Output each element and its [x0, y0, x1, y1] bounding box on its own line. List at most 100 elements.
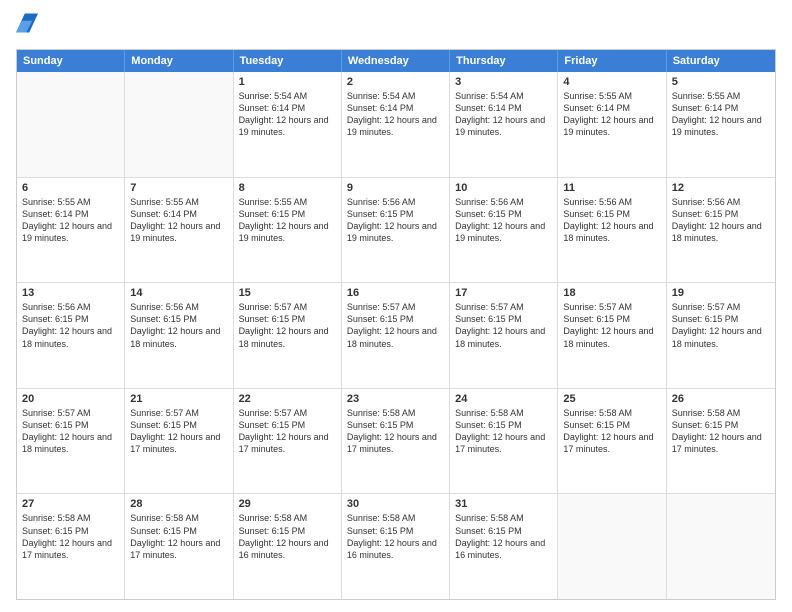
cell-info: Sunrise: 5:56 AM Sunset: 6:15 PM Dayligh…: [455, 196, 552, 245]
calendar-cell: 5 Sunrise: 5:55 AM Sunset: 6:14 PM Daylig…: [667, 72, 775, 177]
page: SundayMondayTuesdayWednesdayThursdayFrid…: [0, 0, 792, 612]
calendar-cell: 3 Sunrise: 5:54 AM Sunset: 6:14 PM Daylig…: [450, 72, 558, 177]
calendar-cell: 31 Sunrise: 5:58 AM Sunset: 6:15 PM Dayli…: [450, 494, 558, 599]
cell-info: Sunrise: 5:57 AM Sunset: 6:15 PM Dayligh…: [22, 407, 119, 456]
day-number: 9: [347, 182, 444, 194]
day-number: 12: [672, 182, 770, 194]
calendar-cell: 18 Sunrise: 5:57 AM Sunset: 6:15 PM Dayli…: [558, 283, 666, 388]
day-number: 17: [455, 287, 552, 299]
cell-info: Sunrise: 5:55 AM Sunset: 6:14 PM Dayligh…: [130, 196, 227, 245]
calendar-row: 1Sunrise: 5:54 AM Sunset: 6:14 PM Daylig…: [17, 72, 775, 178]
cell-info: Sunrise: 5:58 AM Sunset: 6:15 PM Dayligh…: [347, 407, 444, 456]
calendar-row: 27 Sunrise: 5:58 AM Sunset: 6:15 PM Dayli…: [17, 494, 775, 599]
calendar-cell: 1Sunrise: 5:54 AM Sunset: 6:14 PM Daylig…: [234, 72, 342, 177]
weekday-header: Thursday: [450, 50, 558, 72]
logo-icon: [16, 12, 38, 34]
day-number: 5: [672, 76, 770, 88]
day-number: 7: [130, 182, 227, 194]
day-number: 11: [563, 182, 660, 194]
calendar-cell: 2 Sunrise: 5:54 AM Sunset: 6:14 PM Daylig…: [342, 72, 450, 177]
header: [16, 12, 776, 41]
day-number: 16: [347, 287, 444, 299]
calendar: SundayMondayTuesdayWednesdayThursdayFrid…: [16, 49, 776, 600]
weekday-header: Tuesday: [234, 50, 342, 72]
cell-info: Sunrise: 5:56 AM Sunset: 6:15 PM Dayligh…: [672, 196, 770, 245]
weekday-header: Wednesday: [342, 50, 450, 72]
cell-info: Sunrise: 5:57 AM Sunset: 6:15 PM Dayligh…: [563, 301, 660, 350]
cell-info: Sunrise: 5:58 AM Sunset: 6:15 PM Dayligh…: [347, 512, 444, 561]
day-number: 28: [130, 498, 227, 510]
weekday-header: Monday: [125, 50, 233, 72]
day-number: 15: [239, 287, 336, 299]
cell-info: Sunrise: 5:58 AM Sunset: 6:15 PM Dayligh…: [239, 512, 336, 561]
day-number: 2: [347, 76, 444, 88]
calendar-row: 6 Sunrise: 5:55 AM Sunset: 6:14 PM Daylig…: [17, 178, 775, 284]
calendar-cell: 13 Sunrise: 5:56 AM Sunset: 6:15 PM Dayli…: [17, 283, 125, 388]
day-number: 14: [130, 287, 227, 299]
day-number: 13: [22, 287, 119, 299]
calendar-row: 13 Sunrise: 5:56 AM Sunset: 6:15 PM Dayli…: [17, 283, 775, 389]
cell-info: Sunrise: 5:56 AM Sunset: 6:15 PM Dayligh…: [563, 196, 660, 245]
cell-info: Sunrise: 5:54 AM Sunset: 6:14 PM Dayligh…: [347, 90, 444, 139]
cell-info: Sunrise: 5:57 AM Sunset: 6:15 PM Dayligh…: [239, 301, 336, 350]
calendar-cell: 28 Sunrise: 5:58 AM Sunset: 6:15 PM Dayli…: [125, 494, 233, 599]
day-number: 18: [563, 287, 660, 299]
cell-info: Sunrise: 5:56 AM Sunset: 6:15 PM Dayligh…: [347, 196, 444, 245]
calendar-cell: 12 Sunrise: 5:56 AM Sunset: 6:15 PM Dayli…: [667, 178, 775, 283]
weekday-header: Sunday: [17, 50, 125, 72]
cell-info: Sunrise: 5:54 AM Sunset: 6:14 PM Dayligh…: [455, 90, 552, 139]
cell-info: Sunrise: 5:57 AM Sunset: 6:15 PM Dayligh…: [455, 301, 552, 350]
calendar-cell: [17, 72, 125, 177]
day-number: 26: [672, 393, 770, 405]
calendar-cell: 22 Sunrise: 5:57 AM Sunset: 6:15 PM Dayli…: [234, 389, 342, 494]
day-number: 8: [239, 182, 336, 194]
day-number: 24: [455, 393, 552, 405]
day-number: 25: [563, 393, 660, 405]
calendar-cell: 17 Sunrise: 5:57 AM Sunset: 6:15 PM Dayli…: [450, 283, 558, 388]
calendar-cell: 20Sunrise: 5:57 AM Sunset: 6:15 PM Dayli…: [17, 389, 125, 494]
day-number: 30: [347, 498, 444, 510]
cell-info: Sunrise: 5:55 AM Sunset: 6:14 PM Dayligh…: [563, 90, 660, 139]
cell-info: Sunrise: 5:58 AM Sunset: 6:15 PM Dayligh…: [455, 512, 552, 561]
calendar-cell: 10Sunrise: 5:56 AM Sunset: 6:15 PM Dayli…: [450, 178, 558, 283]
cell-info: Sunrise: 5:58 AM Sunset: 6:15 PM Dayligh…: [22, 512, 119, 561]
cell-info: Sunrise: 5:55 AM Sunset: 6:14 PM Dayligh…: [672, 90, 770, 139]
day-number: 27: [22, 498, 119, 510]
cell-info: Sunrise: 5:58 AM Sunset: 6:15 PM Dayligh…: [672, 407, 770, 456]
calendar-cell: 27 Sunrise: 5:58 AM Sunset: 6:15 PM Dayli…: [17, 494, 125, 599]
day-number: 31: [455, 498, 552, 510]
calendar-cell: 21Sunrise: 5:57 AM Sunset: 6:15 PM Dayli…: [125, 389, 233, 494]
cell-info: Sunrise: 5:55 AM Sunset: 6:14 PM Dayligh…: [22, 196, 119, 245]
calendar-cell: 14 Sunrise: 5:56 AM Sunset: 6:15 PM Dayli…: [125, 283, 233, 388]
cell-info: Sunrise: 5:57 AM Sunset: 6:15 PM Dayligh…: [130, 407, 227, 456]
calendar-cell: [667, 494, 775, 599]
calendar-cell: 9 Sunrise: 5:56 AM Sunset: 6:15 PM Daylig…: [342, 178, 450, 283]
day-number: 3: [455, 76, 552, 88]
calendar-cell: [558, 494, 666, 599]
calendar-cell: 29Sunrise: 5:58 AM Sunset: 6:15 PM Dayli…: [234, 494, 342, 599]
cell-info: Sunrise: 5:58 AM Sunset: 6:15 PM Dayligh…: [455, 407, 552, 456]
calendar-cell: 26 Sunrise: 5:58 AM Sunset: 6:15 PM Dayli…: [667, 389, 775, 494]
calendar-cell: 15 Sunrise: 5:57 AM Sunset: 6:15 PM Dayli…: [234, 283, 342, 388]
cell-info: Sunrise: 5:57 AM Sunset: 6:15 PM Dayligh…: [239, 407, 336, 456]
calendar-body: 1Sunrise: 5:54 AM Sunset: 6:14 PM Daylig…: [17, 72, 775, 599]
weekday-header: Saturday: [667, 50, 775, 72]
logo: [16, 12, 40, 41]
calendar-cell: 11 Sunrise: 5:56 AM Sunset: 6:15 PM Dayli…: [558, 178, 666, 283]
calendar-cell: 8Sunrise: 5:55 AM Sunset: 6:15 PM Daylig…: [234, 178, 342, 283]
cell-info: Sunrise: 5:58 AM Sunset: 6:15 PM Dayligh…: [130, 512, 227, 561]
calendar-cell: [125, 72, 233, 177]
cell-info: Sunrise: 5:56 AM Sunset: 6:15 PM Dayligh…: [130, 301, 227, 350]
weekday-header: Friday: [558, 50, 666, 72]
day-number: 4: [563, 76, 660, 88]
day-number: 19: [672, 287, 770, 299]
day-number: 22: [239, 393, 336, 405]
cell-info: Sunrise: 5:54 AM Sunset: 6:14 PM Dayligh…: [239, 90, 336, 139]
day-number: 6: [22, 182, 119, 194]
cell-info: Sunrise: 5:56 AM Sunset: 6:15 PM Dayligh…: [22, 301, 119, 350]
cell-info: Sunrise: 5:57 AM Sunset: 6:15 PM Dayligh…: [672, 301, 770, 350]
calendar-cell: 19 Sunrise: 5:57 AM Sunset: 6:15 PM Dayli…: [667, 283, 775, 388]
day-number: 23: [347, 393, 444, 405]
cell-info: Sunrise: 5:57 AM Sunset: 6:15 PM Dayligh…: [347, 301, 444, 350]
calendar-cell: 6 Sunrise: 5:55 AM Sunset: 6:14 PM Daylig…: [17, 178, 125, 283]
